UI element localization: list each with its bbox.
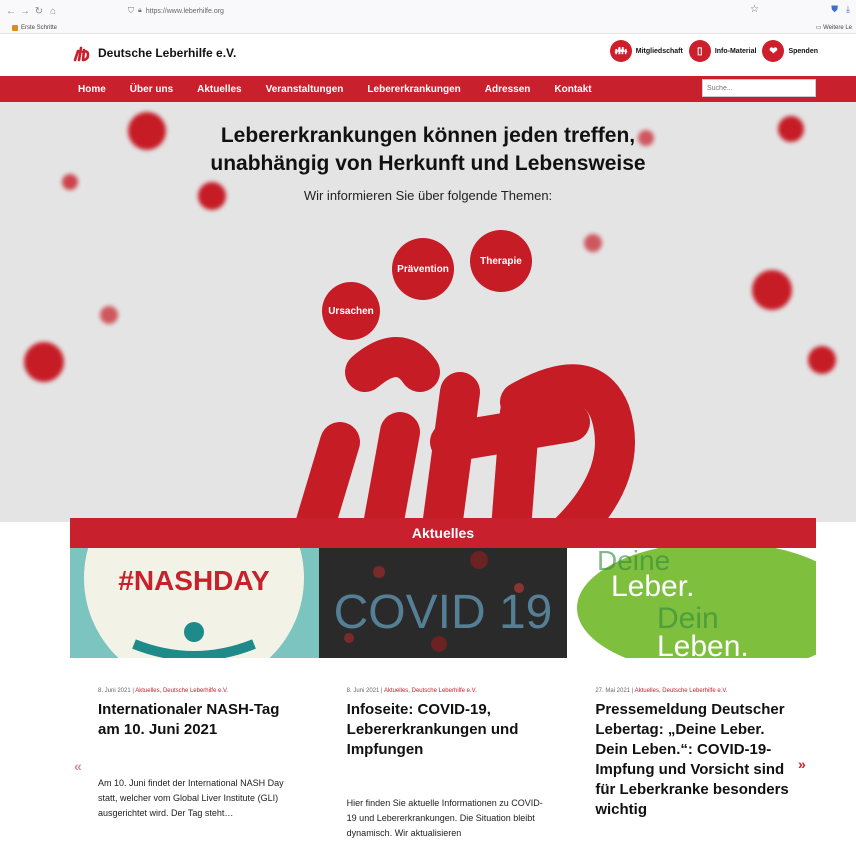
news-images: #NASHDAY COVID 19 Deine Leber. Dein Lebe… <box>70 548 817 658</box>
lock-icon: 🔒︎ <box>138 7 142 14</box>
info-material-label: Info-Material <box>714 47 757 55</box>
bookmark-favicon-icon <box>12 24 18 31</box>
hero-title: Lebererkrankungen können jeden treffen, … <box>0 122 856 178</box>
hero-section: Lebererkrankungen können jeden treffen, … <box>0 102 856 522</box>
decor-dot <box>24 342 64 382</box>
nav-about[interactable]: Über uns <box>130 84 173 95</box>
card-title[interactable]: Pressemeldung Deutscher Lebertag: „Deine… <box>595 700 800 820</box>
news-card: 8. Juni 2021 | Aktuelles, Deutsche Leber… <box>319 658 568 856</box>
nashday-image[interactable]: #NASHDAY <box>70 548 319 658</box>
card-title[interactable]: Internationaler NASH-Tag am 10. Juni 202… <box>98 700 303 740</box>
decor-dot <box>808 346 836 374</box>
address-bar[interactable]: ⛉ 🔒︎ https://www.leberhilfe.org <box>128 4 748 18</box>
card-categories[interactable]: Aktuelles, Deutsche Leberhilfe e.V. <box>384 688 477 694</box>
site-logo[interactable]: Deutsche Leberhilfe e.V. <box>70 42 236 64</box>
card-meta: 27. Mai 2021 | Aktuelles, Deutsche Leber… <box>595 688 728 694</box>
home-icon[interactable]: ⌂ <box>46 6 60 17</box>
other-bookmarks[interactable]: ▭ Weitere Le <box>816 24 852 31</box>
membership-label: Mitgliedschaft <box>635 47 683 55</box>
hero-title-line1: Lebererkrankungen können jeden treffen, <box>220 124 636 147</box>
membership-link[interactable]: 👪︎ Mitgliedschaft <box>609 40 683 62</box>
forward-icon[interactable]: → <box>18 6 32 17</box>
browser-toolbar: ← → ↻ ⌂ ⛉ 🔒︎ https://www.leberhilfe.org … <box>0 0 856 22</box>
nav-events[interactable]: Veranstaltungen <box>266 84 344 95</box>
site-header: Deutsche Leberhilfe e.V. 👪︎ Mitgliedscha… <box>0 34 856 74</box>
covid-image[interactable]: COVID 19 <box>318 548 568 658</box>
hero-title-line2: unabhängig von Herkunft und Lebensweise <box>210 152 646 175</box>
site-name: Deutsche Leberhilfe e.V. <box>98 46 237 60</box>
card-excerpt: Hier finden Sie aktuelle Informationen z… <box>346 798 543 838</box>
card-meta: 8. Juni 2021 | Aktuelles, Deutsche Leber… <box>98 688 229 694</box>
carousel-next-arrow-icon[interactable]: » <box>798 756 806 772</box>
nashday-text: #NASHDAY <box>118 565 270 596</box>
donate-label: Spenden <box>788 47 818 55</box>
topic-therapy-button[interactable]: Therapie <box>470 230 532 292</box>
search-input[interactable] <box>702 79 816 97</box>
download-icon[interactable]: ⤓ <box>846 4 850 15</box>
donate-link[interactable]: ❤︎ Spenden <box>762 40 818 62</box>
leben-text: Leben. <box>657 630 749 658</box>
topic-prevention-button[interactable]: Prävention <box>392 238 454 300</box>
hero-logo-graphic-icon <box>295 337 635 522</box>
decor-dot <box>100 306 118 324</box>
deine-leber-graphic: Deine Leber. Dein Leben. <box>567 548 817 658</box>
bookmark-item[interactable]: Erste Schritte <box>21 25 57 31</box>
leberhilfe-logo-icon <box>71 43 91 63</box>
pocket-icon[interactable]: ⛊ <box>831 4 838 15</box>
card-date: 27. Mai 2021 <box>595 688 631 694</box>
nav-addresses[interactable]: Adressen <box>485 84 531 95</box>
news-heading: Aktuelles <box>70 518 816 548</box>
covid-text: COVID 19 <box>333 586 552 639</box>
bookmark-star-icon[interactable]: ☆ <box>750 4 759 15</box>
deine-leber-image[interactable]: Deine Leber. Dein Leben. <box>567 548 817 658</box>
decor-dot <box>584 234 602 252</box>
nav-home[interactable]: Home <box>78 84 106 95</box>
carousel-prev-arrow-icon[interactable]: « <box>74 758 82 774</box>
people-icon: 👪︎ <box>609 40 632 62</box>
bookmarks-bar: Erste Schritte ▭ Weitere Le <box>0 22 856 34</box>
book-icon: ▯ <box>688 40 711 62</box>
reload-icon[interactable]: ↻ <box>32 6 46 17</box>
news-card: 27. Mai 2021 | Aktuelles, Deutsche Leber… <box>567 658 816 856</box>
nav-news[interactable]: Aktuelles <box>197 84 241 95</box>
card-date: 8. Juni 2021 <box>346 688 380 694</box>
decor-dot <box>752 270 792 310</box>
leber-text: Leber. <box>611 570 694 603</box>
covid-graphic: COVID 19 <box>318 548 568 658</box>
info-material-link[interactable]: ▯ Info-Material <box>688 40 757 62</box>
nashday-graphic: #NASHDAY <box>70 548 319 658</box>
news-card: 8. Juni 2021 | Aktuelles, Deutsche Leber… <box>70 658 319 856</box>
url-text: https://www.leberhilfe.org <box>145 7 224 15</box>
back-icon[interactable]: ← <box>4 6 18 17</box>
nav-liver-diseases[interactable]: Lebererkrankungen <box>367 84 460 95</box>
hero-subtitle: Wir informieren Sie über folgende Themen… <box>303 188 553 203</box>
card-title[interactable]: Infoseite: COVID-19, Lebererkrankungen u… <box>347 700 552 760</box>
card-date: 8. Juni 2021 <box>98 688 131 694</box>
card-meta: 8. Juni 2021 | Aktuelles, Deutsche Leber… <box>346 688 477 694</box>
card-excerpt: Am 10. Juni findet der International NAS… <box>98 778 284 818</box>
donate-icon: ❤︎ <box>762 40 785 62</box>
nav-contact[interactable]: Kontakt <box>554 84 591 95</box>
main-navigation: Home Über uns Aktuelles Veranstaltungen … <box>0 76 856 102</box>
news-cards: 8. Juni 2021 | Aktuelles, Deutsche Leber… <box>70 658 816 856</box>
card-categories[interactable]: Aktuelles, Deutsche Leberhilfe e.V. <box>135 688 228 694</box>
card-categories[interactable]: Aktuelles, Deutsche Leberhilfe e.V. <box>635 688 728 694</box>
shield-icon: ⛉ <box>128 6 134 15</box>
